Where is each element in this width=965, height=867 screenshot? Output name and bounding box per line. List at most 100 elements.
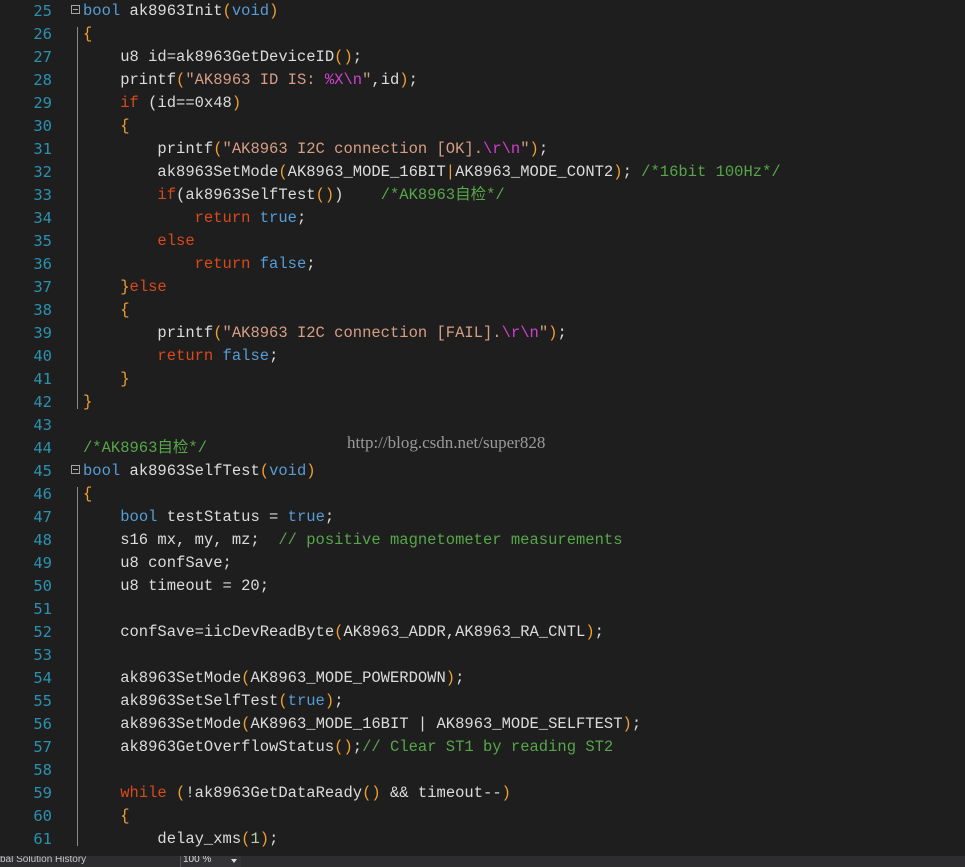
code-line[interactable]: 57 ak8963GetOverflowStatus();// Clear ST… [0, 736, 965, 759]
code-token: "AK8963 I2C connection [OK]. [222, 140, 483, 158]
code-token: u8 timeout = 20; [83, 577, 270, 595]
line-number: 61 [33, 830, 52, 848]
code-token: ; [631, 715, 642, 733]
code-line[interactable]: 25 bool ak8963Init(void) [0, 0, 965, 23]
code-line[interactable]: 29 if (id==0x48) [0, 92, 965, 115]
code-token: | [445, 163, 456, 181]
line-number: 33 [33, 186, 52, 204]
line-number: 55 [33, 692, 52, 710]
code-line[interactable]: 34 return true; [0, 207, 965, 230]
code-token: void [269, 462, 307, 480]
code-token: ) [334, 186, 381, 204]
code-token: ; [296, 209, 307, 227]
collapse-icon[interactable] [71, 5, 80, 14]
code-line[interactable]: 50 u8 timeout = 20; [0, 575, 965, 598]
line-number: 25 [33, 2, 52, 20]
code-text: } [83, 391, 92, 414]
code-token: ,id [371, 71, 400, 89]
code-line[interactable]: 35 else [0, 230, 965, 253]
code-line[interactable]: 40 return false; [0, 345, 965, 368]
code-token: { [83, 485, 93, 503]
code-token: ; [324, 508, 335, 526]
code-line[interactable]: 56 ak8963SetMode(AK8963_MODE_16BIT | AK8… [0, 713, 965, 736]
code-text: /*AK8963自检*/ [83, 437, 207, 460]
code-token: // Clear ST1 by reading ST2 [362, 738, 614, 756]
line-number: 57 [33, 738, 52, 756]
line-number: 59 [33, 784, 52, 802]
solution-history-tab[interactable]: bal Solution History [0, 856, 86, 865]
code-line[interactable]: 55 ak8963SetSelfTest(true); [0, 690, 965, 713]
line-number: 36 [33, 255, 52, 273]
line-number: 43 [33, 416, 52, 434]
line-number: 46 [33, 485, 52, 503]
code-token: ; [557, 324, 567, 342]
code-line[interactable]: 42} [0, 391, 965, 414]
collapse-icon[interactable] [71, 465, 80, 474]
chevron-down-icon [231, 859, 237, 863]
code-token: while [120, 784, 167, 802]
code-text: if (id==0x48) [83, 92, 241, 115]
outline-guide [77, 487, 78, 846]
line-number: 60 [33, 807, 52, 825]
code-line[interactable]: 48 s16 mx, my, mz; // positive magnetome… [0, 529, 965, 552]
line-number: 31 [33, 140, 52, 158]
code-line[interactable]: 59 while (!ak8963GetDataReady() && timeo… [0, 782, 965, 805]
code-text: else [83, 230, 194, 253]
code-line[interactable]: 36 return false; [0, 253, 965, 276]
code-token: "AK8963 ID IS: [185, 71, 325, 89]
code-token: if [157, 186, 177, 204]
code-token: /*16bit 100Hz*/ [641, 163, 781, 181]
line-number: 53 [33, 646, 52, 664]
code-token: ) [324, 692, 335, 710]
code-line[interactable]: 26 { [0, 23, 965, 46]
code-line[interactable]: 54 ak8963SetMode(AK8963_MODE_POWERDOWN); [0, 667, 965, 690]
code-token: if [120, 94, 139, 112]
code-token: else [129, 278, 167, 296]
code-text: u8 confSave; [83, 552, 232, 575]
code-line[interactable]: 52 confSave=iicDevReadByte(AK8963_ADDR,A… [0, 621, 965, 644]
code-line[interactable]: 47 bool testStatus = true; [0, 506, 965, 529]
code-token: ( [176, 71, 186, 89]
zoom-dropdown[interactable]: 100 % [180, 856, 241, 867]
code-token: // positive magnetometer measurements [278, 531, 623, 549]
code-line[interactable]: 60 { [0, 805, 965, 828]
code-line[interactable]: 38 { [0, 299, 965, 322]
code-text: return false; [83, 345, 278, 368]
code-line[interactable]: 41 } [0, 368, 965, 391]
code-line[interactable]: 31 printf("AK8963 I2C connection [OK].\r… [0, 138, 965, 161]
code-token: ; [538, 140, 549, 158]
code-token: () [334, 48, 353, 66]
code-line[interactable]: 53 [0, 644, 965, 667]
code-line[interactable]: 46 { [0, 483, 965, 506]
code-text: } [83, 368, 129, 391]
code-line[interactable]: 51 [0, 598, 965, 621]
code-token: ak8963SetMode [83, 669, 242, 687]
code-text: { [83, 23, 92, 46]
code-line[interactable]: 58 [0, 759, 965, 782]
code-token: AK8963_ADDR,AK8963_RA_CNTL [343, 623, 586, 641]
code-text: ak8963GetOverflowStatus();// Clear ST1 b… [83, 736, 613, 759]
code-editor[interactable]: 25 bool ak8963Init(void) 26{27 u8 id=ak896… [0, 0, 965, 856]
code-line[interactable]: 45 bool ak8963SelfTest(void) [0, 460, 965, 483]
code-line[interactable]: 33 if(ak8963SelfTest()) /*AK8963自检*/ [0, 184, 965, 207]
code-line[interactable]: 30 { [0, 115, 965, 138]
line-number: 48 [33, 531, 52, 549]
code-text: printf("AK8963 ID IS: %X\n",id); [83, 69, 418, 92]
line-number: 50 [33, 577, 52, 595]
code-line[interactable]: 27 u8 id=ak8963GetDeviceID(); [0, 46, 965, 69]
code-line[interactable]: 28 printf("AK8963 ID IS: %X\n",id); [0, 69, 965, 92]
code-line[interactable]: 32 ak8963SetMode(AK8963_MODE_16BIT|AK896… [0, 161, 965, 184]
code-text: { [83, 805, 129, 828]
code-line[interactable]: 37 }else [0, 276, 965, 299]
code-token: ) [445, 669, 456, 687]
code-token: ) [259, 830, 270, 848]
code-line[interactable]: 61 delay_xms(1); [0, 828, 965, 851]
code-text: delay_xms(1); [83, 828, 278, 851]
code-line[interactable]: 39 printf("AK8963 I2C connection [FAIL].… [0, 322, 965, 345]
line-number: 42 [33, 393, 52, 411]
code-line[interactable]: 49 u8 confSave; [0, 552, 965, 575]
